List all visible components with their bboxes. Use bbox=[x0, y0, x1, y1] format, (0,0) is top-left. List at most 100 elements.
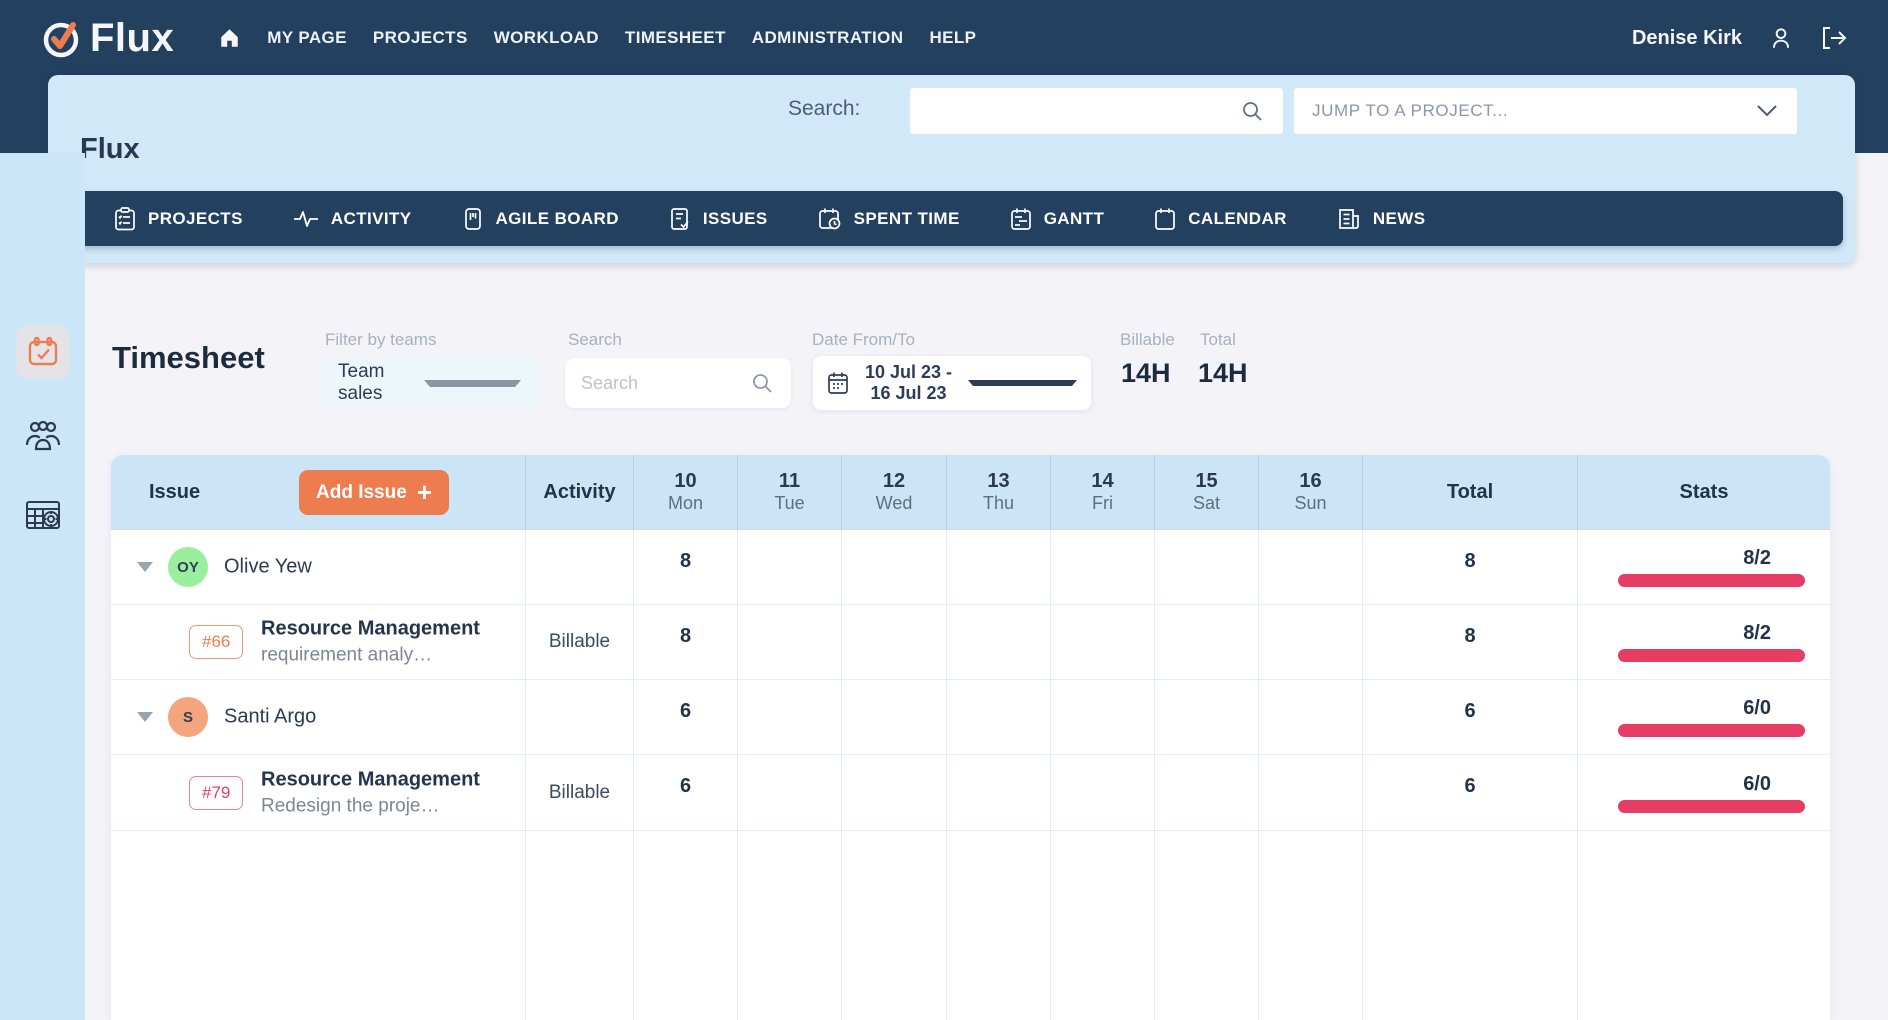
collapse-chevron-icon[interactable] bbox=[137, 562, 153, 572]
activity-cell bbox=[526, 680, 634, 755]
billable-value: 14H bbox=[1121, 358, 1171, 389]
nav-item-administration[interactable]: ADMINISTRATION bbox=[752, 28, 904, 48]
logout-icon[interactable] bbox=[1820, 25, 1848, 51]
day-cell[interactable] bbox=[1051, 755, 1155, 831]
jump-to-project-placeholder: JUMP TO A PROJECT... bbox=[1312, 101, 1755, 121]
day-cell[interactable] bbox=[1155, 680, 1259, 755]
nav-item-timesheet[interactable]: TIMESHEET bbox=[625, 28, 726, 48]
day-cell[interactable] bbox=[738, 755, 842, 831]
calendar-clock-icon bbox=[818, 207, 842, 231]
empty-table-area bbox=[111, 831, 526, 1020]
user-profile-icon[interactable] bbox=[1768, 25, 1794, 51]
col-header-day-tue: 11 Tue bbox=[738, 455, 842, 530]
flux-logo[interactable]: Flux bbox=[40, 16, 174, 61]
day-cell[interactable] bbox=[842, 755, 947, 831]
day-cell[interactable] bbox=[1259, 680, 1363, 755]
calendar-icon bbox=[1154, 207, 1176, 231]
jump-to-project-select[interactable]: JUMP TO A PROJECT... bbox=[1294, 88, 1797, 134]
tab-news[interactable]: NEWS bbox=[1312, 191, 1451, 246]
header-search-input[interactable] bbox=[910, 88, 1283, 134]
stats-progress-bar bbox=[1618, 800, 1805, 813]
day-cell[interactable]: 8 bbox=[634, 605, 738, 680]
sidebar-item-workload[interactable] bbox=[0, 498, 85, 532]
tab-issues[interactable]: ISSUES bbox=[644, 191, 793, 246]
col-header-day-sat: 15 Sat bbox=[1155, 455, 1259, 530]
day-cell[interactable] bbox=[947, 680, 1051, 755]
project-title: Flux bbox=[80, 133, 140, 166]
day-cell[interactable] bbox=[1155, 605, 1259, 680]
header-search-icon[interactable] bbox=[1240, 99, 1264, 123]
day-cell[interactable] bbox=[842, 530, 947, 605]
day-cell[interactable] bbox=[738, 605, 842, 680]
tab-agile-board-label: AGILE BOARD bbox=[496, 209, 619, 229]
day-cell[interactable] bbox=[738, 530, 842, 605]
avatar: OY bbox=[168, 547, 208, 587]
issue-header-label: Issue bbox=[149, 481, 200, 504]
day-cell[interactable] bbox=[1259, 530, 1363, 605]
col-header-day-wed: 12 Wed bbox=[842, 455, 947, 530]
left-sidebar bbox=[0, 153, 85, 1020]
issue-row-cell: #79 Resource Management Redesign the pro… bbox=[111, 755, 526, 831]
day-cell[interactable] bbox=[1155, 530, 1259, 605]
add-issue-button[interactable]: Add Issue + bbox=[299, 470, 449, 515]
tab-news-label: NEWS bbox=[1373, 209, 1426, 229]
plus-icon: + bbox=[417, 479, 432, 505]
stats-cell: 8/2 bbox=[1578, 530, 1830, 605]
day-cell[interactable] bbox=[947, 755, 1051, 831]
day-cell[interactable]: 6 bbox=[634, 680, 738, 755]
tab-agile-board[interactable]: AGILE BOARD bbox=[437, 191, 644, 246]
collapse-chevron-icon[interactable] bbox=[137, 712, 153, 722]
clipboard-icon bbox=[114, 207, 136, 231]
nav-links: MY PAGE PROJECTS WORKLOAD TIMESHEET ADMI… bbox=[218, 27, 976, 49]
chevron-down-icon bbox=[968, 380, 1077, 386]
project-subnav: PROJECTS ACTIVITY AGILE BOARD bbox=[75, 191, 1843, 246]
issue-row-cell: #66 Resource Management requirement anal… bbox=[111, 605, 526, 680]
current-user-name: Denise Kirk bbox=[1632, 27, 1742, 50]
issue-id-badge[interactable]: #79 bbox=[189, 776, 243, 810]
issue-id-badge[interactable]: #66 bbox=[189, 625, 243, 659]
tab-calendar[interactable]: CALENDAR bbox=[1129, 191, 1312, 246]
day-cell[interactable] bbox=[1259, 755, 1363, 831]
nav-item-help[interactable]: HELP bbox=[929, 28, 976, 48]
day-cell[interactable] bbox=[947, 605, 1051, 680]
tab-gantt[interactable]: GANTT bbox=[985, 191, 1130, 246]
date-range-label: Date From/To bbox=[812, 330, 915, 350]
day-cell[interactable] bbox=[1155, 755, 1259, 831]
date-range-picker[interactable]: 10 Jul 23 - 16 Jul 23 bbox=[812, 355, 1092, 411]
calendar-icon bbox=[827, 371, 849, 395]
day-cell[interactable] bbox=[842, 680, 947, 755]
day-cell[interactable] bbox=[738, 680, 842, 755]
col-header-day-mon: 10 Mon bbox=[634, 455, 738, 530]
timesheet-table: Issue Add Issue + Activity 10 Mon 11 Tue… bbox=[111, 455, 1830, 1020]
day-cell[interactable] bbox=[1051, 605, 1155, 680]
day-cell[interactable] bbox=[947, 530, 1051, 605]
total-value: 14H bbox=[1198, 358, 1248, 389]
day-cell[interactable] bbox=[1259, 605, 1363, 680]
day-cell[interactable] bbox=[1051, 680, 1155, 755]
home-icon[interactable] bbox=[218, 27, 241, 49]
nav-item-my-page[interactable]: MY PAGE bbox=[267, 28, 347, 48]
page-title: Timesheet bbox=[112, 340, 265, 376]
col-header-day-fri: 14 Fri bbox=[1051, 455, 1155, 530]
nav-item-workload[interactable]: WORKLOAD bbox=[494, 28, 599, 48]
day-cell[interactable] bbox=[1051, 530, 1155, 605]
project-header-panel: Search: JUMP TO A PROJECT... Flux PROJ bbox=[48, 75, 1855, 263]
search-icon[interactable] bbox=[750, 371, 774, 395]
sidebar-item-timesheet[interactable] bbox=[0, 325, 85, 379]
nav-item-projects[interactable]: PROJECTS bbox=[373, 28, 468, 48]
issue-subtitle: Redesign the proje… bbox=[261, 795, 493, 817]
main-navbar: Flux MY PAGE PROJECTS WORKLOAD TIMESHEET… bbox=[0, 0, 1888, 76]
stats-progress-bar bbox=[1618, 649, 1805, 662]
day-cell[interactable] bbox=[842, 605, 947, 680]
stats-cell: 8/2 bbox=[1578, 605, 1830, 680]
total-cell: 6 bbox=[1363, 755, 1578, 831]
tab-projects[interactable]: PROJECTS bbox=[89, 191, 268, 246]
total-cell: 6 bbox=[1363, 680, 1578, 755]
tab-activity[interactable]: ACTIVITY bbox=[268, 191, 437, 246]
day-cell[interactable]: 8 bbox=[634, 530, 738, 605]
tab-spent-time[interactable]: SPENT TIME bbox=[793, 191, 985, 246]
col-header-total: Total bbox=[1363, 455, 1578, 530]
day-cell[interactable]: 6 bbox=[634, 755, 738, 831]
team-filter-select[interactable]: Team sales bbox=[322, 358, 537, 408]
sidebar-item-teams[interactable] bbox=[0, 418, 85, 452]
